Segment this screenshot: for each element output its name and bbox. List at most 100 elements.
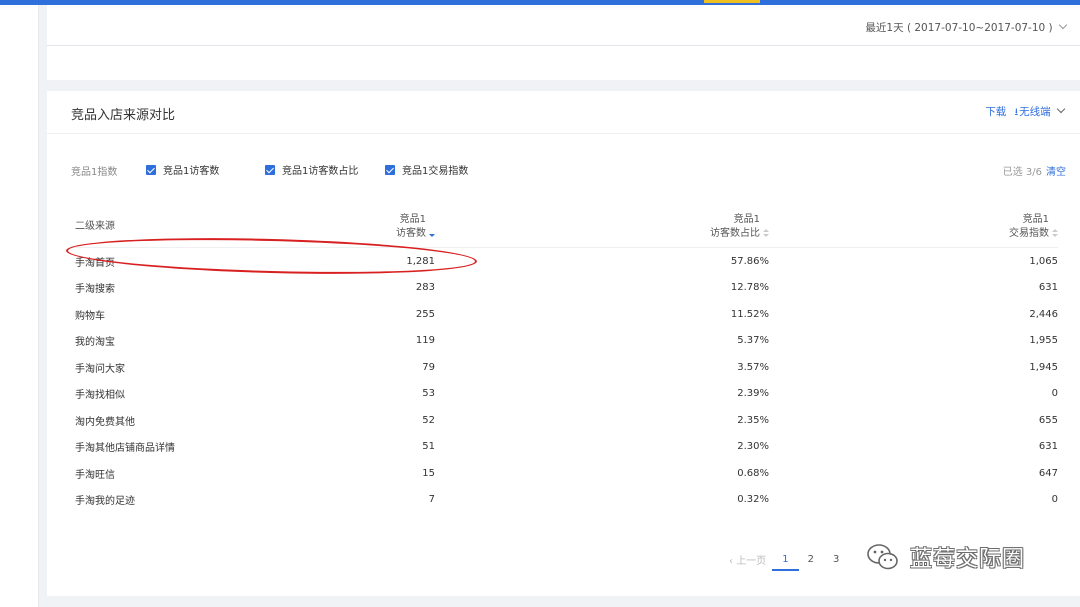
sort-desc-icon[interactable] [429,229,435,237]
cell-share: 0.68% [737,467,769,479]
watermark: 蓝莓交际圈 [866,541,1025,573]
device-selector[interactable]: 无线端 [1019,106,1051,118]
column-header-label-2: 访客数占比 [435,227,769,241]
download-button[interactable]: 下载 [985,106,1006,118]
left-sidebar [0,5,39,607]
cell-trade-index: 0 [1051,388,1058,400]
table-row: 手淘我的足迹 7 0.32% 0 [71,487,1058,514]
metric-checkbox-visitors[interactable]: 竞品1访客数 [146,162,219,177]
table-row: 手淘旺信 15 0.68% 647 [71,460,1058,487]
column-header-sub: 访客数 [396,228,426,239]
cell-source: 手淘问大家 [75,363,125,375]
metric-filter-row: 竞品1指数 竞品1访客数 竞品1访客数占比 竞品1交易指数 已选 3/6 清空 [71,162,1066,178]
cell-visitors: 283 [415,282,435,294]
cell-share: 2.35% [737,414,769,426]
competitor-source-panel: 竞品入店来源对比 下载 ⭳无线端 竞品1指数 竞品1访客数 竞品1访客数占比 竞… [47,91,1080,596]
wechat-icon [867,544,898,570]
cell-trade-index: 647 [1038,467,1058,479]
date-range-selector[interactable]: 最近1天 ( 2017-07-10~2017-07-10 ) [865,20,1068,35]
cell-source: 我的淘宝 [75,337,115,349]
cell-source: 手淘其他店铺商品详情 [75,443,175,455]
selected-count: 已选 3/6 清空 [1003,163,1066,178]
metric-checkbox-trade-index[interactable]: 竞品1交易指数 [385,162,468,177]
page-button-2[interactable]: 2 [808,554,814,565]
sort-icon[interactable] [763,229,769,237]
table-row: 手淘搜索 283 12.78% 631 [71,275,1058,302]
cell-visitors: 119 [415,335,435,347]
cell-source: 手淘旺信 [75,469,115,481]
cell-share: 57.86% [730,255,769,267]
cell-trade-index: 1,065 [1029,255,1058,267]
checkbox-checked-icon[interactable] [265,164,275,175]
cell-trade-index: 655 [1038,414,1058,426]
column-header-visitor-share[interactable]: 竞品1 访客数占比 [435,207,769,248]
cell-source: 手淘我的足迹 [75,496,135,508]
column-header-label: 竞品1 [1022,214,1049,225]
active-nav-indicator [704,0,760,3]
column-header-sub: 访客数占比 [710,228,760,239]
column-header-label: 竞品1 [733,214,760,225]
page-button-1[interactable]: 1 [771,554,800,571]
table-row: 手淘找相似 53 2.39% 0 [71,381,1058,408]
checkbox-checked-icon[interactable] [146,164,156,175]
clear-button[interactable]: 清空 [1046,167,1066,178]
table-row: 手淘问大家 79 3.57% 1,945 [71,354,1058,381]
divider [47,133,1080,134]
cell-trade-index: 631 [1038,441,1058,453]
cell-trade-index: 1,945 [1029,361,1058,373]
cell-trade-index: 1,955 [1029,335,1058,347]
column-header-sub: 交易指数 [1009,228,1049,239]
checkbox-checked-icon[interactable] [385,164,395,175]
cell-visitors: 255 [415,308,435,320]
cell-source: 手淘找相似 [75,390,125,402]
pagination: ‹ 上一页 1 2 3 [729,552,858,571]
checkbox-label: 竞品1交易指数 [402,166,469,177]
cell-source: 淘内免费其他 [75,416,135,428]
cell-share: 2.39% [737,388,769,400]
checkbox-label: 竞品1访客数 [163,166,220,177]
download-icon[interactable]: ⭳ [1015,105,1019,122]
date-filter-panel: 最近1天 ( 2017-07-10~2017-07-10 ) [47,5,1080,46]
cell-visitors: 79 [422,361,435,373]
table-row: 购物车 255 11.52% 2,446 [71,301,1058,328]
date-label: 最近1天 [865,22,904,34]
date-range-text: ( 2017-07-10~2017-07-10 ) [906,22,1053,34]
chevron-down-icon [1058,20,1068,30]
cell-trade-index: 2,446 [1029,308,1058,320]
cell-share: 0.32% [737,494,769,506]
chevron-down-icon[interactable] [1056,104,1066,114]
cell-visitors: 51 [422,441,435,453]
summary-panel [47,46,1080,80]
column-header-label: 二级来源 [75,221,115,232]
cell-trade-index: 0 [1051,494,1058,506]
watermark-text: 蓝莓交际圈 [910,547,1026,572]
metric-checkbox-visitor-share[interactable]: 竞品1访客数占比 [265,162,358,177]
filter-group-label: 竞品1指数 [71,167,118,178]
cell-share: 3.57% [737,361,769,373]
cell-visitors: 7 [428,494,435,506]
prev-page-label: 上一页 [736,556,767,567]
cell-visitors: 52 [422,414,435,426]
table-row: 手淘其他店铺商品详情 51 2.30% 631 [71,434,1058,461]
cell-share: 5.37% [737,335,769,347]
column-header-trade-index[interactable]: 竞品1 交易指数 [769,207,1058,248]
column-header-label: 竞品1 [399,214,426,225]
table-row: 淘内免费其他 52 2.35% 655 [71,407,1058,434]
prev-page-button[interactable]: ‹ 上一页 [729,552,766,567]
download-controls: 下载 ⭳无线端 [985,104,1066,122]
cell-trade-index: 631 [1038,282,1058,294]
panel-title: 竞品入店来源对比 [71,108,176,123]
cell-share: 12.78% [730,282,769,294]
cell-source: 手淘搜索 [75,284,115,296]
cell-visitors: 15 [422,467,435,479]
cell-source: 购物车 [75,310,105,322]
cell-visitors: 53 [422,388,435,400]
cell-share: 11.52% [730,308,769,320]
table-row: 我的淘宝 119 5.37% 1,955 [71,328,1058,355]
page-button-3[interactable]: 3 [833,554,839,565]
column-header-label-2: 交易指数 [769,227,1058,241]
cell-share: 2.30% [737,441,769,453]
selected-count-text: 已选 3/6 [1002,167,1042,178]
sort-icon[interactable] [1052,229,1058,237]
checkbox-label: 竞品1访客数占比 [282,166,359,177]
